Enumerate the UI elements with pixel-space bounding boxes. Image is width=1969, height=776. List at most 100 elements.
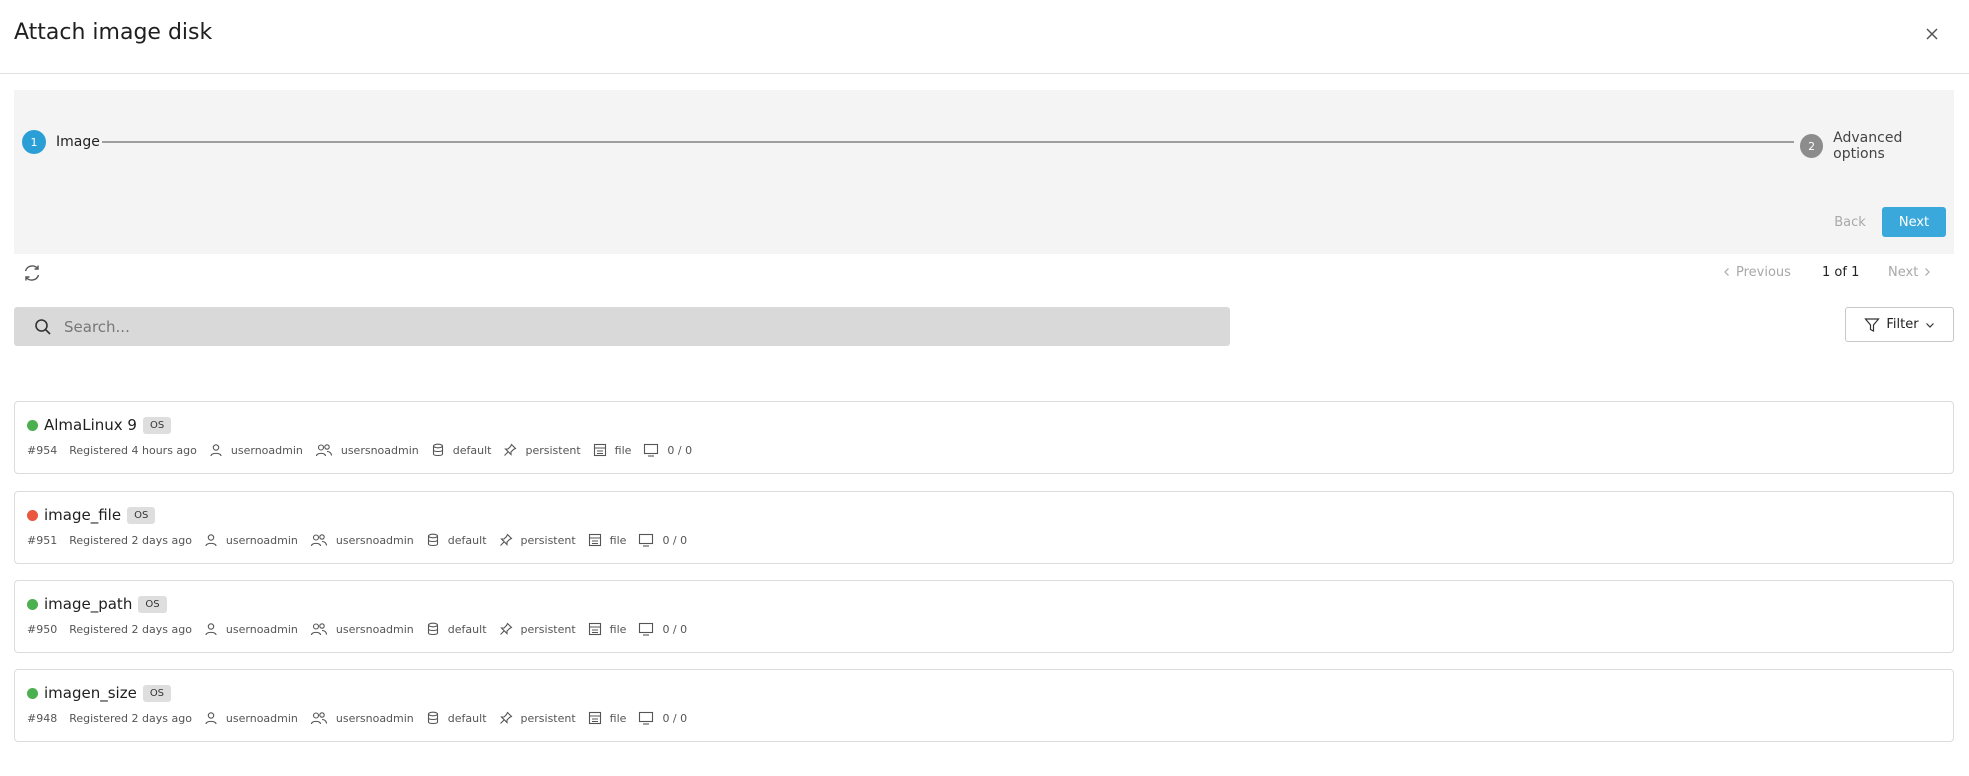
registered-time: Registered 2 days ago <box>69 533 192 547</box>
vm-count: 0 / 0 <box>662 711 688 725</box>
vm-count: 0 / 0 <box>662 622 688 636</box>
stepper-connector <box>102 141 1794 143</box>
image-id: #951 <box>27 533 58 547</box>
chevron-left-icon <box>1724 268 1729 276</box>
persistence: persistent <box>520 622 576 636</box>
vm-count: 0 / 0 <box>662 533 688 547</box>
close-button[interactable] <box>1920 22 1944 46</box>
persistence: persistent <box>525 443 581 457</box>
registered-time: Registered 2 days ago <box>69 622 192 636</box>
image-name: image_file <box>44 506 122 524</box>
filter-button[interactable]: Filter <box>1845 307 1954 342</box>
monitor-icon <box>644 443 659 457</box>
image-name: imagen_size <box>44 684 137 702</box>
dialog-header: Attach image disk <box>0 0 1969 74</box>
pagination-next[interactable]: Next <box>1888 262 1932 282</box>
file-icon <box>588 533 601 547</box>
pin-icon <box>499 533 512 546</box>
image-card[interactable]: imagen_size OS #948 Registered 2 days ag… <box>14 669 1954 742</box>
persistence: persistent <box>520 533 576 547</box>
pin-icon <box>499 711 512 724</box>
datastore: default <box>447 622 487 636</box>
image-id: #954 <box>27 443 58 457</box>
os-badge: OS <box>138 595 167 613</box>
chevron-right-icon <box>1925 268 1931 276</box>
filter-icon <box>1864 317 1881 332</box>
step-label: Image <box>56 134 100 150</box>
user-icon <box>205 623 217 636</box>
owner: usernoadmin <box>225 622 298 636</box>
os-badge: OS <box>142 684 172 702</box>
datastore: default <box>447 533 487 547</box>
database-icon <box>427 533 438 547</box>
user-icon <box>205 712 217 725</box>
pin-icon <box>504 443 517 456</box>
refresh-button[interactable] <box>20 261 44 285</box>
group-icon <box>310 623 327 636</box>
persistence: persistent <box>520 711 576 725</box>
file-icon <box>588 711 601 725</box>
step-label: Advanced options <box>1833 130 1903 162</box>
owner: usernoadmin <box>230 443 303 457</box>
step-image[interactable]: 1 Image <box>22 130 100 154</box>
vm-count: 0 / 0 <box>667 443 693 457</box>
pagination-count: 1 of 1 <box>1822 264 1860 280</box>
image-id: #950 <box>27 622 58 636</box>
registered-time: Registered 2 days ago <box>69 711 192 725</box>
next-button[interactable]: Next <box>1882 207 1946 237</box>
group: usersnoadmin <box>335 622 414 636</box>
step-number: 2 <box>1800 134 1824 158</box>
group-icon <box>315 444 332 457</box>
file-icon <box>588 622 601 636</box>
image-type: file <box>614 443 632 457</box>
image-name: AlmaLinux 9 <box>44 416 137 434</box>
datastore: default <box>452 443 492 457</box>
user-icon <box>210 444 222 457</box>
image-card[interactable]: image_file OS #951 Registered 2 days ago… <box>14 491 1954 564</box>
image-type: file <box>609 711 627 725</box>
group-icon <box>310 712 327 725</box>
group: usersnoadmin <box>335 711 414 725</box>
status-indicator <box>27 687 38 699</box>
owner: usernoadmin <box>225 711 298 725</box>
monitor-icon <box>639 622 654 636</box>
group: usersnoadmin <box>340 443 419 457</box>
refresh-icon <box>24 265 40 281</box>
user-icon <box>205 534 217 547</box>
os-badge: OS <box>142 416 172 434</box>
close-icon <box>1926 28 1938 40</box>
datastore: default <box>447 711 487 725</box>
dialog-title: Attach image disk <box>14 20 213 45</box>
monitor-icon <box>639 533 654 547</box>
database-icon <box>427 711 438 725</box>
step-number: 1 <box>22 130 46 154</box>
back-button[interactable]: Back <box>1826 208 1874 236</box>
group: usersnoadmin <box>335 533 414 547</box>
os-badge: OS <box>127 506 156 524</box>
file-icon <box>593 443 606 457</box>
image-card[interactable]: AlmaLinux 9 OS #954 Registered 4 hours a… <box>14 401 1954 474</box>
stepper-panel: 1 Image 2 Advanced options Back Next <box>14 90 1954 254</box>
group-icon <box>310 534 327 547</box>
pagination-next-label: Next <box>1888 264 1919 280</box>
search-box <box>14 307 1230 346</box>
search-input[interactable] <box>64 317 1214 336</box>
database-icon <box>432 443 443 457</box>
chevron-down-icon <box>1925 322 1934 328</box>
pagination-previous[interactable]: Previous <box>1722 262 1791 282</box>
registered-time: Registered 4 hours ago <box>69 443 197 457</box>
owner: usernoadmin <box>225 533 298 547</box>
database-icon <box>427 622 438 636</box>
search-icon <box>35 318 51 335</box>
image-type: file <box>609 622 627 636</box>
status-indicator <box>27 509 38 521</box>
monitor-icon <box>639 711 654 725</box>
image-card[interactable]: image_path OS #950 Registered 2 days ago… <box>14 580 1954 653</box>
image-type: file <box>609 533 627 547</box>
status-indicator <box>27 419 38 431</box>
image-name: image_path <box>44 595 133 613</box>
pagination-previous-label: Previous <box>1736 264 1791 280</box>
step-advanced-options[interactable]: 2 Advanced options <box>1800 130 1954 162</box>
status-indicator <box>27 598 38 610</box>
filter-label: Filter <box>1886 317 1919 332</box>
